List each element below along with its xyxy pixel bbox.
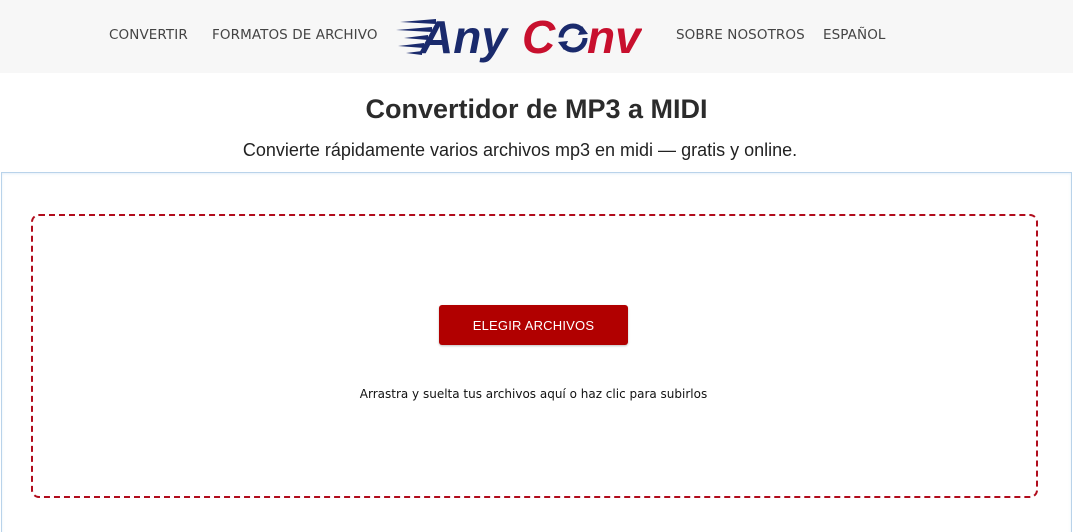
file-dropzone[interactable] <box>31 214 1038 498</box>
language-selector[interactable]: ESPAÑOL <box>823 27 886 43</box>
nav-link-convert[interactable]: CONVERTIR <box>109 27 188 43</box>
anyconv-logo[interactable]: Any C nv <box>396 8 642 64</box>
page-title: Convertidor de MP3 a MIDI <box>365 94 708 124</box>
logo-text-any: Any <box>419 11 509 63</box>
choose-files-button[interactable]: ELEGIR ARCHIVOS <box>439 305 628 345</box>
nav-link-about-us[interactable]: SOBRE NOSOTROS <box>676 27 805 43</box>
logo-text-nv: nv <box>587 11 642 63</box>
anyconv-logo-graphic: Any C nv <box>396 11 642 63</box>
logo-text-c: C <box>522 11 556 63</box>
drop-hint-text: Arrastra y suelta tus archivos aquí o ha… <box>359 387 708 401</box>
page-subtitle: Convierte rápidamente varios archivos mp… <box>242 140 798 160</box>
refresh-arrows-icon <box>558 23 588 53</box>
top-navigation: CONVERTIR FORMATOS DE ARCHIVO Any C nv S… <box>0 0 1073 73</box>
nav-link-file-formats[interactable]: FORMATOS DE ARCHIVO <box>212 27 378 43</box>
